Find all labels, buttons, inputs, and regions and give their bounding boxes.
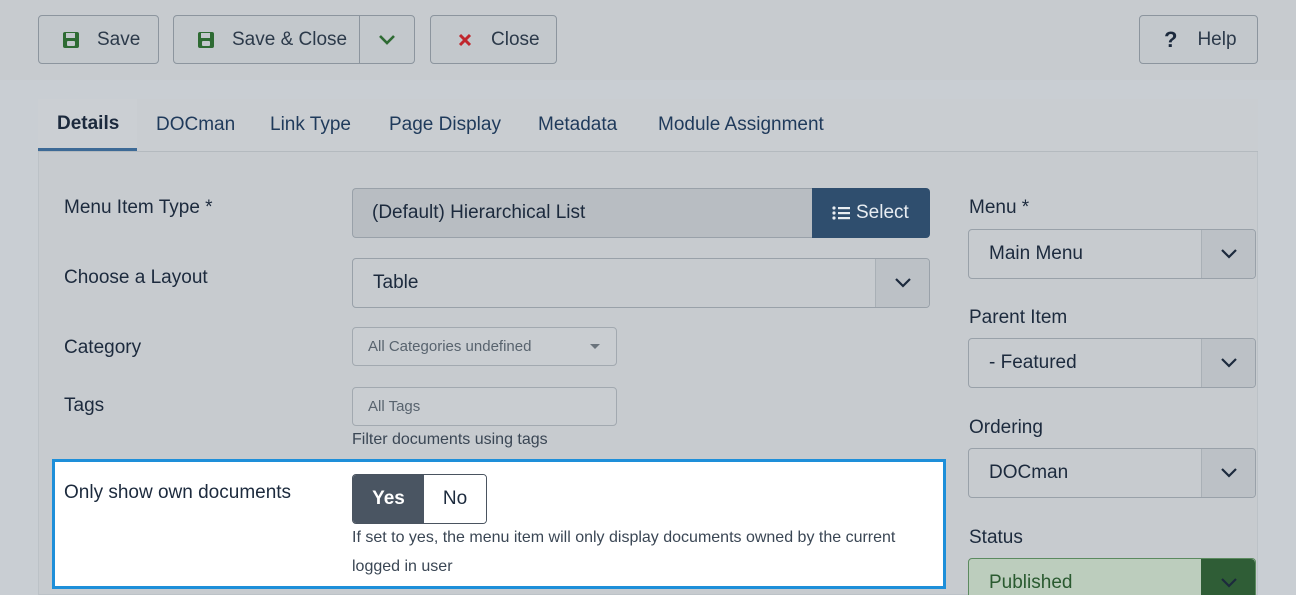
menu-select[interactable]: Main Menu [968, 229, 1256, 279]
toggle-no-button[interactable]: No [424, 475, 486, 523]
chevron-down-icon [379, 34, 395, 45]
save-label: Save [97, 28, 141, 50]
help-icon: ? [1164, 26, 1178, 52]
category-placeholder: All Categories undefined [368, 338, 532, 355]
ordering-value: DOCman [989, 462, 1069, 483]
status-label: Status [969, 527, 1023, 548]
category-label: Category [64, 337, 142, 358]
layout-label: Choose a Layout [64, 267, 208, 288]
chevron-down-icon [1201, 449, 1255, 497]
tab-bar: Details DOCman Link Type Page Display Me… [38, 99, 1258, 152]
caret-down-icon [590, 344, 600, 349]
help-button[interactable]: ? Help [1139, 15, 1258, 64]
tab-link-type[interactable]: Link Type [270, 99, 351, 151]
layout-select[interactable]: Table [352, 258, 930, 308]
save-options-dropdown-toggle[interactable] [360, 16, 414, 63]
own-documents-toggle: Yes No [352, 474, 487, 524]
parent-item-label: Parent Item [969, 307, 1068, 328]
chevron-down-icon [1201, 339, 1255, 387]
parent-item-select[interactable]: - Featured [968, 338, 1256, 388]
ordering-label: Ordering [969, 417, 1043, 438]
own-documents-highlight [52, 459, 946, 589]
save-and-close-label: Save & Close [232, 28, 348, 50]
tags-label: Tags [64, 395, 105, 416]
tab-metadata[interactable]: Metadata [538, 99, 617, 151]
menu-item-type-field: (Default) Hierarchical List [352, 188, 814, 238]
toolbar: Save Save & Close Close ? Help [0, 0, 1296, 80]
close-button[interactable]: Close [430, 15, 557, 64]
tags-placeholder: All Tags [368, 398, 421, 415]
menu-value: Main Menu [989, 243, 1083, 264]
menu-item-type-label: Menu Item Type * [64, 197, 213, 218]
tab-docman[interactable]: DOCman [156, 99, 235, 151]
close-icon [455, 32, 475, 48]
tab-page-display[interactable]: Page Display [389, 99, 501, 151]
close-label: Close [491, 28, 540, 50]
menu-label: Menu * [969, 197, 1030, 218]
save-and-close-button[interactable]: Save & Close [173, 15, 415, 64]
tab-details[interactable]: Details [38, 99, 137, 151]
chevron-down-icon [1201, 230, 1255, 278]
ordering-select[interactable]: DOCman [968, 448, 1256, 498]
category-select[interactable]: All Categories undefined [352, 327, 617, 366]
save-button[interactable]: Save [38, 15, 159, 64]
toggle-yes-button[interactable]: Yes [353, 475, 424, 523]
parent-item-value: - Featured [989, 352, 1077, 373]
own-documents-label: Only show own documents [64, 482, 292, 503]
own-documents-hint-line2: logged in user [352, 558, 453, 575]
help-label: Help [1197, 28, 1237, 50]
list-icon [832, 205, 850, 221]
save-icon [196, 31, 216, 49]
status-select[interactable]: Published [968, 558, 1256, 595]
chevron-down-icon [875, 259, 929, 307]
tags-input[interactable]: All Tags [352, 387, 617, 426]
select-button-label: Select [856, 202, 909, 223]
layout-value: Table [373, 272, 419, 293]
menu-item-type-value: (Default) Hierarchical List [372, 202, 586, 223]
save-icon [61, 31, 81, 49]
tags-hint: Filter documents using tags [352, 431, 548, 448]
tab-module-assignment[interactable]: Module Assignment [658, 99, 824, 151]
select-menu-item-type-button[interactable]: Select [812, 188, 930, 238]
status-value: Published [989, 572, 1073, 593]
own-documents-hint-line1: If set to yes, the menu item will only d… [352, 529, 896, 546]
chevron-down-icon [1201, 559, 1255, 595]
